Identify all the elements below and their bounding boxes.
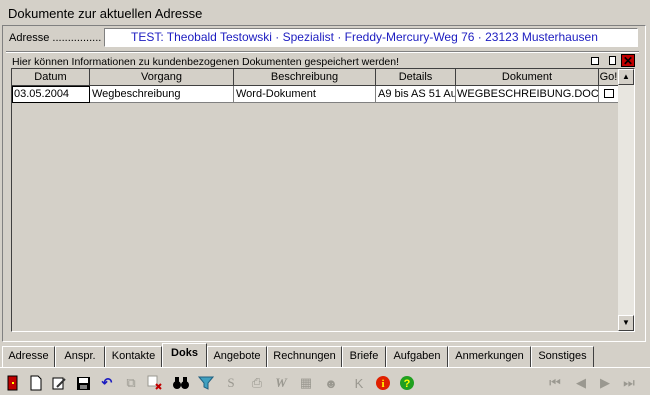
person-icon: ☻ bbox=[324, 375, 338, 391]
print-button[interactable]: ⎙ bbox=[248, 374, 266, 392]
scroll-down-button[interactable]: ▼ bbox=[618, 315, 634, 331]
column-header-dokument[interactable]: Dokument bbox=[456, 69, 599, 86]
s-icon: S bbox=[227, 375, 235, 390]
save-button[interactable] bbox=[74, 374, 92, 392]
exit-button[interactable] bbox=[4, 374, 22, 392]
prev-record-button[interactable]: ◀ bbox=[572, 374, 590, 392]
filter-funnel-icon bbox=[198, 376, 214, 390]
info-button[interactable]: i bbox=[374, 374, 392, 392]
new-button[interactable] bbox=[27, 374, 45, 392]
binoculars-search-icon bbox=[173, 377, 189, 389]
table-button[interactable]: ▦ bbox=[297, 374, 315, 392]
delete-icon bbox=[147, 375, 162, 390]
tab-anmerkungen[interactable]: Anmerkungen bbox=[448, 346, 531, 367]
last-record-button[interactable]: ⏭ bbox=[620, 374, 638, 392]
document-icon bbox=[608, 56, 616, 65]
cell-vorgang[interactable]: Wegbeschreibung bbox=[90, 86, 234, 103]
tab-rechnungen[interactable]: Rechnungen bbox=[267, 346, 342, 367]
info-text: Hier können Informationen zu kundenbezog… bbox=[12, 56, 400, 68]
column-header-go[interactable]: Go! bbox=[599, 69, 619, 86]
info-icon: i bbox=[376, 376, 390, 390]
copy-icon: ⧉ bbox=[126, 375, 136, 390]
tab-doks[interactable]: Doks bbox=[162, 343, 207, 367]
arrow-up-icon: ▲ bbox=[622, 72, 630, 81]
tab-anspr[interactable]: Anspr. bbox=[55, 346, 105, 367]
column-header-datum[interactable]: Datum bbox=[12, 69, 90, 86]
help-button[interactable]: ? bbox=[398, 374, 416, 392]
tab-angebote[interactable]: Angebote bbox=[207, 346, 267, 367]
address-label: Adresse ................ bbox=[9, 32, 102, 44]
go-checkbox[interactable] bbox=[603, 89, 614, 98]
separator bbox=[6, 51, 639, 53]
tab-briefe[interactable]: Briefe bbox=[342, 346, 386, 367]
close-icon: ✕ bbox=[622, 53, 634, 68]
edit-icon bbox=[52, 377, 66, 390]
column-header-details[interactable]: Details bbox=[376, 69, 456, 86]
new-document-button[interactable] bbox=[605, 54, 619, 67]
save-disk-icon bbox=[76, 376, 90, 390]
vertical-scrollbar[interactable]: ▲ ▼ bbox=[618, 69, 634, 331]
scroll-up-button[interactable]: ▲ bbox=[618, 69, 634, 85]
table-icon: ▦ bbox=[299, 375, 313, 390]
address-field[interactable]: TEST: Theobald Testowski · Spezialist · … bbox=[104, 28, 638, 47]
person-button[interactable]: ☻ bbox=[322, 374, 340, 392]
documents-table[interactable]: Datum Vorgang Beschreibung Details Dokum… bbox=[11, 68, 635, 332]
first-record-icon: ⏮ bbox=[549, 375, 561, 390]
column-header-beschreibung[interactable]: Beschreibung bbox=[234, 69, 376, 86]
new-document-icon bbox=[30, 375, 42, 391]
delete-button[interactable]: ✕ bbox=[621, 54, 635, 67]
exit-door-icon bbox=[7, 375, 18, 391]
edit-button[interactable] bbox=[50, 374, 68, 392]
window-normal-button[interactable] bbox=[588, 54, 602, 67]
tab-kontakte[interactable]: Kontakte bbox=[105, 346, 162, 367]
tab-sonstiges[interactable]: Sonstiges bbox=[531, 346, 594, 367]
cell-dokument[interactable]: WEGBESCHREIBUNG.DOC bbox=[456, 86, 599, 103]
s-button[interactable]: S bbox=[222, 374, 240, 392]
word-button[interactable]: W bbox=[272, 374, 290, 392]
search-button[interactable] bbox=[172, 374, 190, 392]
filter-button[interactable] bbox=[197, 374, 215, 392]
square-icon bbox=[591, 56, 599, 65]
window-title: Dokumente zur aktuellen Adresse bbox=[8, 6, 203, 21]
next-record-icon: ▶ bbox=[600, 375, 610, 390]
delete-record-button[interactable] bbox=[146, 374, 164, 392]
cell-go[interactable] bbox=[599, 86, 619, 103]
tab-baseline bbox=[0, 367, 650, 368]
undo-button[interactable]: ↶ bbox=[98, 374, 116, 392]
prev-record-icon: ◀ bbox=[576, 375, 586, 390]
cell-beschreibung[interactable]: Word-Dokument bbox=[234, 86, 376, 103]
tab-aufgaben[interactable]: Aufgaben bbox=[386, 346, 448, 367]
last-record-icon: ⏭ bbox=[623, 375, 635, 390]
print-icon: ⎙ bbox=[251, 375, 263, 390]
arrow-down-icon: ▼ bbox=[622, 318, 630, 327]
column-header-vorgang[interactable]: Vorgang bbox=[90, 69, 234, 86]
cell-details[interactable]: A9 bis AS 51 Au bbox=[376, 86, 456, 103]
tab-adresse[interactable]: Adresse bbox=[2, 346, 55, 367]
svg-text:i: i bbox=[381, 378, 384, 390]
word-w-icon: W bbox=[275, 375, 287, 390]
toolbar: ↶ ⧉ S ⎙ W ▦ ☻ K i ? ⏮ ◀ ▶ ⏭ bbox=[0, 372, 650, 394]
cell-datum[interactable]: 03.05.2004 bbox=[12, 86, 90, 103]
next-record-button[interactable]: ▶ bbox=[596, 374, 614, 392]
k-icon: K bbox=[354, 375, 364, 391]
undo-icon: ↶ bbox=[101, 375, 113, 390]
help-icon: ? bbox=[400, 376, 414, 390]
svg-text:?: ? bbox=[404, 378, 411, 390]
copy-button[interactable]: ⧉ bbox=[122, 374, 140, 392]
first-record-button[interactable]: ⏮ bbox=[546, 374, 564, 392]
k-button[interactable]: K bbox=[350, 374, 368, 392]
